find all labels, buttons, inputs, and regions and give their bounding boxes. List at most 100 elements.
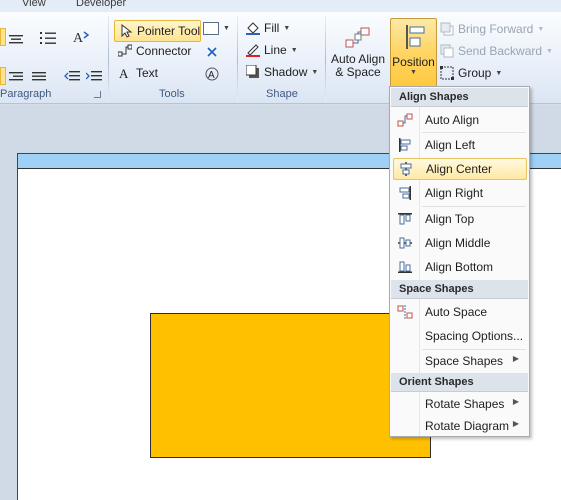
blank-icon bbox=[397, 418, 413, 434]
menu-item-label: Align Bottom bbox=[425, 260, 494, 274]
group-label-tools: Tools bbox=[159, 88, 185, 100]
auto-align-space-button[interactable]: Auto Align & Space bbox=[328, 20, 388, 90]
group-button[interactable]: Group ▼ bbox=[440, 66, 502, 80]
tab-developer[interactable]: Developer bbox=[76, 0, 126, 9]
menu-item-spacing-options[interactable]: Spacing Options... bbox=[393, 325, 527, 347]
menu-item-rotate-shapes[interactable]: Rotate Shapes ▶ bbox=[393, 393, 527, 415]
menu-item-label: Rotate Shapes bbox=[425, 397, 505, 411]
line-button[interactable]: Line ▼ bbox=[246, 43, 298, 57]
position-label: Position bbox=[392, 55, 435, 69]
shadow-label: Shadow bbox=[264, 65, 308, 79]
menu-header-orient-shapes: Orient Shapes bbox=[391, 373, 528, 392]
menu-item-label: Spacing Options... bbox=[425, 329, 524, 343]
menu-item-align-center[interactable]: Align Center bbox=[393, 158, 527, 180]
svg-text:A: A bbox=[73, 31, 84, 46]
connector-icon bbox=[118, 44, 132, 57]
fill-label: Fill bbox=[264, 21, 280, 35]
chevron-down-icon: ▼ bbox=[546, 47, 553, 55]
paragraph-dialog-launcher-icon[interactable] bbox=[94, 91, 101, 98]
group-label-shape: Shape bbox=[266, 88, 298, 100]
rectangle-icon bbox=[203, 22, 219, 35]
auto-space-icon bbox=[397, 305, 413, 319]
text-direction-icon[interactable]: A bbox=[73, 29, 89, 47]
group-label-paragraph: Paragraph bbox=[0, 88, 52, 100]
chevron-down-icon: ▼ bbox=[410, 69, 417, 76]
text-tool-button[interactable]: A Text bbox=[118, 66, 158, 80]
close-icon[interactable] bbox=[206, 46, 218, 58]
text-tool-label: Text bbox=[136, 66, 159, 80]
auto-align-icon bbox=[345, 27, 370, 48]
menu-item-align-middle[interactable]: Align Middle bbox=[393, 232, 527, 254]
rectangle-shape-dropdown[interactable]: ▼ bbox=[203, 22, 230, 35]
rotate-a-icon[interactable]: A bbox=[204, 66, 220, 82]
send-backward-label: Send Backward bbox=[458, 44, 543, 58]
pointer-tool-button[interactable]: Pointer Tool bbox=[114, 20, 201, 42]
svg-text:A: A bbox=[119, 66, 129, 80]
chevron-down-icon: ▼ bbox=[290, 46, 298, 54]
position-dropdown-menu: Align Shapes Auto Align Align Left Align… bbox=[389, 86, 530, 437]
chevron-down-icon: ▼ bbox=[311, 68, 319, 76]
group-label: Group bbox=[458, 66, 492, 80]
line-label: Line bbox=[264, 43, 287, 57]
align-middle-icon bbox=[398, 237, 412, 249]
chevron-down-icon: ▼ bbox=[223, 25, 230, 32]
decrease-indent-icon[interactable] bbox=[64, 70, 80, 84]
submenu-arrow-icon: ▶ bbox=[512, 397, 519, 406]
align-right-icon bbox=[399, 186, 411, 200]
fill-button[interactable]: Fill ▼ bbox=[246, 21, 290, 35]
shadow-icon bbox=[246, 65, 259, 78]
align-top-icon bbox=[398, 213, 412, 225]
menu-item-label: Align Right bbox=[425, 186, 484, 200]
center-align-icon[interactable] bbox=[9, 33, 23, 45]
chevron-down-icon: ▼ bbox=[495, 69, 503, 77]
position-icon bbox=[405, 25, 424, 49]
connector-button[interactable]: Connector bbox=[118, 44, 191, 58]
bring-forward-icon bbox=[440, 22, 454, 36]
auto-align-icon bbox=[397, 113, 413, 127]
align-left-button[interactable] bbox=[0, 28, 6, 46]
send-backward-icon bbox=[440, 44, 454, 58]
menu-item-label: Auto Align bbox=[425, 113, 480, 127]
group-icon bbox=[440, 66, 454, 80]
menu-divider bbox=[422, 206, 526, 207]
menu-item-align-left[interactable]: Align Left bbox=[393, 134, 527, 156]
align-center-icon bbox=[400, 162, 412, 176]
pointer-tool-label: Pointer Tool bbox=[137, 24, 201, 38]
align-left-icon bbox=[399, 138, 411, 152]
menu-item-label: Align Middle bbox=[425, 236, 491, 250]
connector-label: Connector bbox=[136, 44, 192, 58]
pencil-line-icon bbox=[246, 44, 260, 57]
justify-icon[interactable] bbox=[32, 71, 46, 83]
position-button[interactable]: Position ▼ bbox=[390, 18, 437, 92]
chevron-down-icon: ▼ bbox=[537, 25, 545, 33]
numbered-list-icon[interactable] bbox=[40, 30, 56, 46]
menu-item-label: Align Center bbox=[426, 162, 493, 176]
menu-item-align-bottom[interactable]: Align Bottom bbox=[393, 256, 527, 278]
menu-item-label: Rotate Diagram bbox=[425, 419, 510, 433]
menu-item-label: Align Top bbox=[425, 212, 475, 226]
blank-icon bbox=[397, 396, 413, 412]
menu-item-rotate-diagram[interactable]: Rotate Diagram ▶ bbox=[393, 415, 527, 437]
ribbon-tab-strip: View Developer bbox=[0, 0, 561, 12]
tab-view[interactable]: View bbox=[22, 0, 46, 9]
blank-icon bbox=[397, 328, 413, 344]
group-separator bbox=[108, 16, 109, 102]
align-right-icon[interactable] bbox=[9, 71, 23, 83]
increase-indent-icon[interactable] bbox=[86, 70, 102, 84]
group-separator bbox=[237, 16, 238, 102]
align-bottom-icon bbox=[398, 261, 412, 273]
paint-bucket-icon bbox=[246, 22, 260, 35]
group-separator bbox=[325, 16, 326, 102]
bring-forward-button[interactable]: Bring Forward ▼ bbox=[440, 22, 544, 36]
menu-item-align-top[interactable]: Align Top bbox=[393, 208, 527, 230]
menu-item-auto-align[interactable]: Auto Align bbox=[393, 109, 527, 131]
blank-icon bbox=[397, 353, 413, 369]
justify-active-button[interactable] bbox=[0, 67, 6, 85]
menu-item-auto-space[interactable]: Auto Space bbox=[393, 301, 527, 323]
auto-align-label-2: & Space bbox=[335, 65, 381, 79]
submenu-arrow-icon: ▶ bbox=[512, 419, 519, 428]
menu-item-space-shapes[interactable]: Space Shapes ▶ bbox=[393, 350, 527, 372]
shadow-button[interactable]: Shadow ▼ bbox=[246, 65, 318, 79]
send-backward-button[interactable]: Send Backward ▼ bbox=[440, 44, 553, 58]
menu-item-align-right[interactable]: Align Right bbox=[393, 182, 527, 204]
